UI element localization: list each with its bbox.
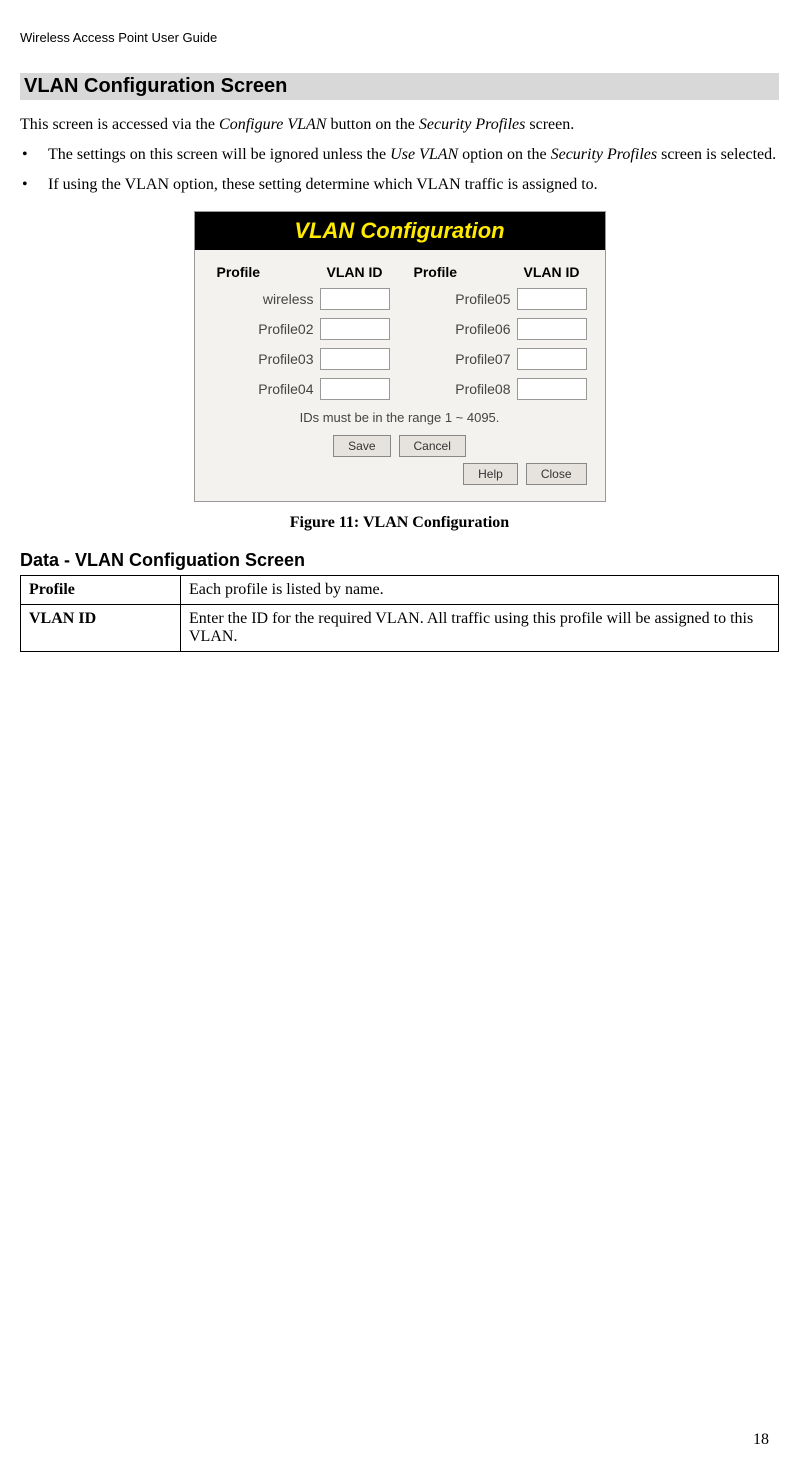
profile-label-profile03: Profile03 <box>213 351 320 367</box>
bullet-2: • If using the VLAN option, these settin… <box>20 174 779 196</box>
vlan-input-profile07[interactable] <box>517 348 587 370</box>
vlan-input-profile04[interactable] <box>320 378 390 400</box>
intro-text-3: screen. <box>525 116 574 133</box>
subsection-title: Data - VLAN Configuation Screen <box>20 550 779 571</box>
button-row-main: Save Cancel <box>213 435 587 457</box>
profile-label-profile06: Profile06 <box>410 321 517 337</box>
profile-label-profile07: Profile07 <box>410 351 517 367</box>
range-note: IDs must be in the range 1 ~ 4095. <box>213 410 587 425</box>
table-row: Profile Each profile is listed by name. <box>21 576 779 605</box>
bullet-1: • The settings on this screen will be ig… <box>20 144 779 166</box>
vlan-input-profile02[interactable] <box>320 318 390 340</box>
button-row-secondary: Help Close <box>213 463 587 493</box>
vlan-input-profile06[interactable] <box>517 318 587 340</box>
intro-security-profiles: Security Profiles <box>419 116 526 133</box>
col-header-profile-right: Profile <box>410 264 517 280</box>
bullet-1-text: The settings on this screen will be igno… <box>48 144 779 166</box>
dialog-body: Profile VLAN ID Profile VLAN ID wireless… <box>195 250 605 501</box>
vlan-grid: Profile VLAN ID Profile VLAN ID wireless… <box>213 264 587 400</box>
profile-label-profile04: Profile04 <box>213 381 320 397</box>
section-title: VLAN Configuration Screen <box>20 73 779 100</box>
bullet1-pre: The settings on this screen will be igno… <box>48 146 390 163</box>
vlan-configuration-dialog: VLAN Configuration Profile VLAN ID Profi… <box>194 211 606 502</box>
bullet-dot-icon: • <box>20 144 48 166</box>
figure-wrap: VLAN Configuration Profile VLAN ID Profi… <box>20 211 779 502</box>
figure-caption: Figure 11: VLAN Configuration <box>20 514 779 532</box>
table-val-vlanid: Enter the ID for the required VLAN. All … <box>181 605 779 652</box>
profile-label-wireless: wireless <box>213 291 320 307</box>
data-table: Profile Each profile is listed by name. … <box>20 575 779 652</box>
help-button[interactable]: Help <box>463 463 518 485</box>
bullet-list: • The settings on this screen will be ig… <box>20 144 779 195</box>
bullet-dot-icon: • <box>20 174 48 196</box>
intro-text-2: button on the <box>326 116 418 133</box>
vlan-input-profile03[interactable] <box>320 348 390 370</box>
bullet1-em1: Use VLAN <box>390 146 458 163</box>
save-button[interactable]: Save <box>333 435 390 457</box>
cancel-button[interactable]: Cancel <box>399 435 466 457</box>
table-key-profile: Profile <box>21 576 181 605</box>
close-button[interactable]: Close <box>526 463 587 485</box>
intro-configure-vlan: Configure VLAN <box>219 116 326 133</box>
bullet2-pre: If using the VLAN option, these setting … <box>48 176 598 193</box>
document-header: Wireless Access Point User Guide <box>20 30 779 45</box>
profile-label-profile08: Profile08 <box>410 381 517 397</box>
table-val-profile: Each profile is listed by name. <box>181 576 779 605</box>
profile-label-profile02: Profile02 <box>213 321 320 337</box>
dialog-title: VLAN Configuration <box>195 212 605 250</box>
page-number: 18 <box>753 1431 769 1449</box>
profile-label-profile05: Profile05 <box>410 291 517 307</box>
vlan-input-profile05[interactable] <box>517 288 587 310</box>
col-header-profile-left: Profile <box>213 264 320 280</box>
bullet-2-text: If using the VLAN option, these setting … <box>48 174 779 196</box>
col-header-vlanid-left: VLAN ID <box>320 264 390 280</box>
bullet1-post: screen is selected. <box>657 146 776 163</box>
bullet1-mid: option on the <box>458 146 550 163</box>
table-row: VLAN ID Enter the ID for the required VL… <box>21 605 779 652</box>
col-header-vlanid-right: VLAN ID <box>517 264 587 280</box>
vlan-input-profile08[interactable] <box>517 378 587 400</box>
intro-text-1: This screen is accessed via the <box>20 116 219 133</box>
bullet1-em2: Security Profiles <box>551 146 658 163</box>
intro-paragraph: This screen is accessed via the Configur… <box>20 116 779 134</box>
vlan-input-wireless[interactable] <box>320 288 390 310</box>
table-key-vlanid: VLAN ID <box>21 605 181 652</box>
